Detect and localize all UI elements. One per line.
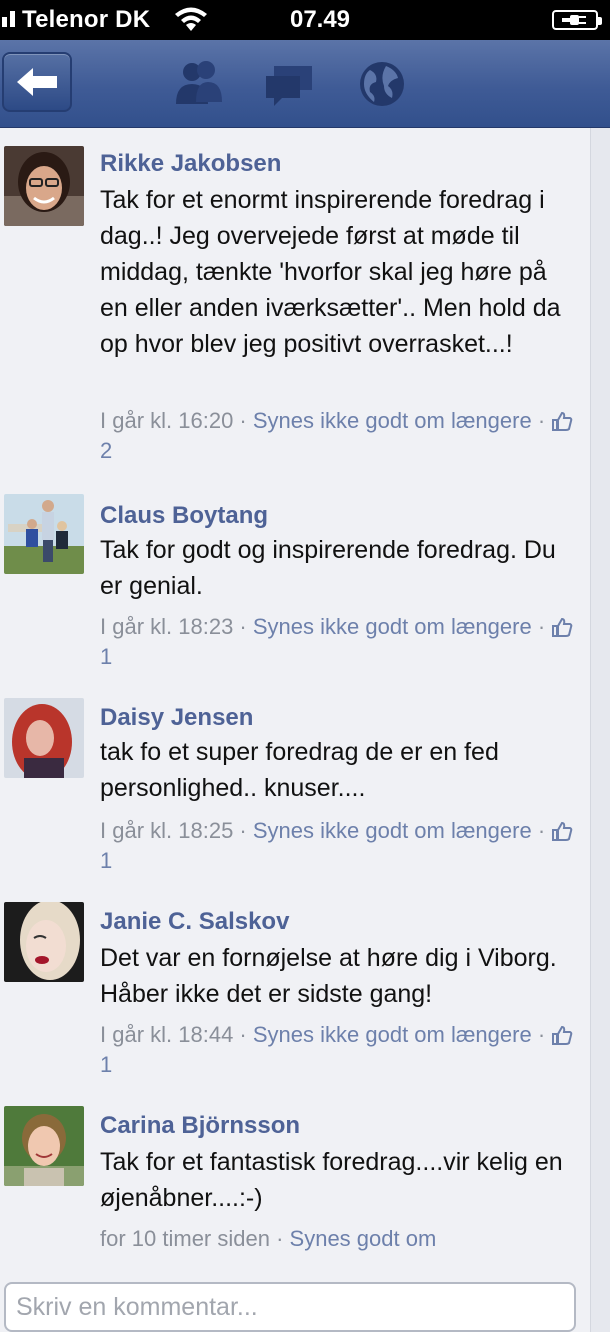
comment-author[interactable]: Janie C. Salskov xyxy=(100,908,289,936)
comment-meta: I går kl. 18:23 · Synes ikke godt om læn… xyxy=(100,612,580,672)
back-arrow-icon xyxy=(17,68,57,96)
comment-text: tak fo et super foredrag de er en fed pe… xyxy=(100,738,499,802)
like-thumb-icon xyxy=(552,1025,573,1045)
nav-bar xyxy=(0,40,610,128)
clock: 07.49 xyxy=(289,6,351,33)
comment-time: I går kl. 18:44 xyxy=(100,1022,234,1047)
scrollbar[interactable] xyxy=(590,128,610,1332)
comment-meta: I går kl. 16:20 · Synes ikke godt om læn… xyxy=(100,406,580,466)
like-thumb-icon xyxy=(552,617,573,637)
comment-meta: I går kl. 18:44 · Synes ikke godt om læn… xyxy=(100,1020,580,1080)
comment-author[interactable]: Claus Boytang xyxy=(100,502,268,530)
like-count[interactable]: 1 xyxy=(100,848,112,873)
avatar[interactable] xyxy=(4,698,84,778)
unlike-link[interactable]: Synes ikke godt om længere xyxy=(253,818,532,843)
comment-time: I går kl. 18:25 xyxy=(100,818,234,843)
unlike-link[interactable]: Synes ikke godt om længere xyxy=(253,408,532,433)
comment-text: Det var en fornøjelse at høre dig i Vibo… xyxy=(100,944,557,1008)
friends-icon[interactable] xyxy=(170,58,226,110)
comment-author[interactable]: Carina Björnsson xyxy=(100,1112,300,1140)
comment-meta: I går kl. 18:25 · Synes ikke godt om læn… xyxy=(100,816,580,876)
like-count[interactable]: 2 xyxy=(100,438,112,463)
comment-time: I går kl. 18:23 xyxy=(100,614,234,639)
unlike-link[interactable]: Synes ikke godt om længere xyxy=(253,1022,532,1047)
comment-meta: for 10 timer siden · Synes godt om xyxy=(100,1226,437,1251)
comment-text: Tak for godt og inspirerende foredrag. D… xyxy=(100,536,556,600)
avatar[interactable] xyxy=(4,902,84,982)
globe-icon[interactable] xyxy=(354,58,410,110)
avatar[interactable] xyxy=(4,146,84,226)
status-bar: Telenor DK 07.49 xyxy=(0,0,610,40)
comment-text: Tak for et enormt inspirerende foredrag … xyxy=(100,186,561,358)
comment-time: for 10 timer siden xyxy=(100,1226,270,1251)
avatar[interactable] xyxy=(4,1106,84,1186)
comment-text: Tak for et fantastisk foredrag....vir ke… xyxy=(100,1148,563,1212)
messages-icon[interactable] xyxy=(262,58,318,110)
avatar[interactable] xyxy=(4,494,84,574)
battery-icon xyxy=(552,10,602,30)
like-link[interactable]: Synes godt om xyxy=(290,1226,437,1251)
comment-time: I går kl. 16:20 xyxy=(100,408,234,433)
like-count[interactable]: 1 xyxy=(100,644,112,669)
comment-author[interactable]: Rikke Jakobsen xyxy=(100,150,281,178)
comment-input[interactable] xyxy=(4,1282,576,1332)
comment-author[interactable]: Daisy Jensen xyxy=(100,704,253,732)
back-button[interactable] xyxy=(2,52,72,112)
like-count[interactable]: 1 xyxy=(100,1052,112,1077)
like-thumb-icon xyxy=(552,821,573,841)
unlike-link[interactable]: Synes ikke godt om længere xyxy=(253,614,532,639)
like-thumb-icon xyxy=(552,411,573,431)
